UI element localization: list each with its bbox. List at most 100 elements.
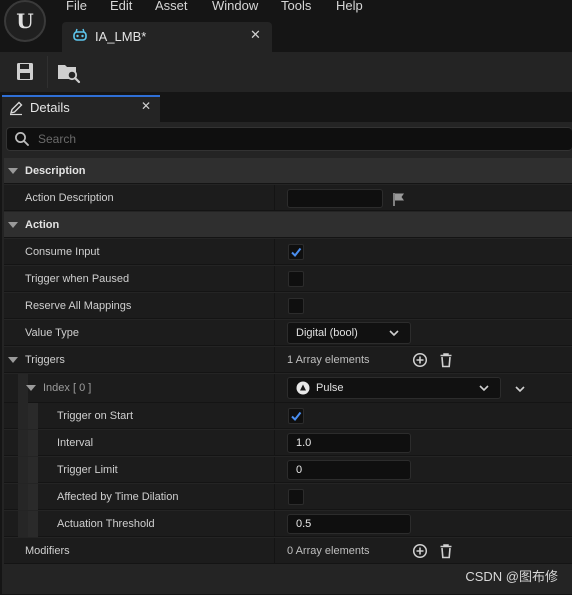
indent-guide (28, 511, 38, 537)
property-label: Consume Input (25, 246, 100, 258)
chevron-down-icon (389, 330, 399, 337)
menu-tools[interactable]: Tools (281, 0, 311, 13)
add-element-icon[interactable] (412, 352, 428, 368)
menu-asset[interactable]: Asset (155, 0, 188, 13)
browse-to-asset-button[interactable] (52, 58, 84, 86)
category-label: Description (25, 165, 86, 177)
triggers-count: 1 Array elements (287, 354, 370, 366)
property-label: Actuation Threshold (57, 518, 155, 530)
column-divider (274, 430, 275, 456)
property-row-interval: Interval 1.0 (4, 430, 572, 456)
affected-by-time-dilation-checkbox[interactable] (288, 489, 304, 505)
column-divider (274, 185, 275, 211)
indent-guide (18, 511, 28, 537)
indent-guide (18, 484, 28, 510)
property-row-trigger-limit: Trigger Limit 0 (4, 457, 572, 483)
trigger-limit-field[interactable]: 0 (287, 460, 411, 480)
property-label: Trigger when Paused (25, 273, 130, 285)
category-label: Action (25, 219, 60, 231)
pencil-icon (9, 101, 23, 116)
chevron-down-icon[interactable] (512, 381, 528, 397)
index-label: Index (43, 382, 70, 394)
localization-flag-icon[interactable] (391, 191, 407, 207)
trigger-type-selected: Pulse (316, 382, 344, 394)
interval-field[interactable]: 1.0 (287, 433, 411, 453)
unreal-logo-icon[interactable]: U (4, 0, 46, 42)
trigger-class-icon (296, 381, 310, 395)
consume-input-checkbox[interactable] (288, 244, 304, 260)
chevron-down-icon (479, 385, 489, 392)
trigger-when-paused-checkbox[interactable] (288, 271, 304, 287)
checkmark-icon (291, 247, 302, 258)
property-label: Triggers (25, 354, 65, 366)
property-row-value-type: Value Type Digital (bool) (4, 320, 572, 346)
property-label: Interval (57, 437, 94, 449)
property-label: Trigger on Start (57, 410, 134, 422)
indent-guide (18, 403, 28, 429)
collapse-arrow-icon[interactable] (8, 222, 18, 228)
indent-guide (28, 430, 38, 456)
value-type-dropdown[interactable]: Digital (bool) (287, 322, 411, 344)
asset-tab[interactable] (62, 22, 272, 52)
add-element-icon[interactable] (412, 543, 428, 559)
property-label: Value Type (25, 327, 80, 339)
watermark: CSDN @图布修 (465, 569, 558, 584)
property-label: Action Description (25, 192, 114, 204)
indent-guide (28, 457, 38, 483)
property-row-reserve-all-mappings: Reserve All Mappings (4, 293, 572, 319)
column-divider (274, 320, 275, 346)
collapse-arrow-icon[interactable] (8, 357, 18, 363)
category-action[interactable]: Action (4, 212, 572, 238)
property-row-trigger-on-start: Trigger on Start (4, 403, 572, 429)
indent-guide (18, 430, 28, 456)
trash-icon[interactable] (438, 352, 454, 368)
column-divider (274, 239, 275, 265)
reserve-all-mappings-checkbox[interactable] (288, 298, 304, 314)
menu-help[interactable]: Help (336, 0, 363, 13)
trash-icon[interactable] (438, 543, 454, 559)
property-row-index-0: Index [ 0 ] Pulse (4, 374, 572, 403)
toolbar-separator (47, 56, 48, 88)
toolbar (0, 52, 572, 92)
collapse-arrow-icon[interactable] (26, 385, 36, 391)
column-divider (274, 374, 275, 403)
menu-window[interactable]: Window (212, 0, 258, 13)
collapse-arrow-icon[interactable] (8, 168, 18, 174)
modifiers-count: 0 Array elements (287, 545, 370, 557)
property-label: Affected by Time Dilation (57, 491, 179, 503)
column-divider (274, 511, 275, 537)
property-row-consume-input: Consume Input (4, 239, 572, 265)
save-icon (17, 63, 33, 80)
column-divider (274, 403, 275, 429)
menu-edit[interactable]: Edit (110, 0, 132, 13)
action-description-field[interactable] (287, 189, 383, 208)
tab-details[interactable] (2, 95, 160, 122)
property-label: Modifiers (25, 545, 70, 557)
close-icon[interactable]: ✕ (250, 28, 261, 43)
index-number: [ 0 ] (72, 382, 92, 394)
column-divider (274, 347, 275, 373)
property-row-modifiers: Modifiers 0 Array elements (4, 538, 572, 564)
menu-file[interactable]: File (66, 0, 87, 13)
save-button[interactable] (10, 58, 40, 86)
category-description[interactable]: Description (4, 158, 572, 184)
column-divider (274, 457, 275, 483)
value-type-selected: Digital (bool) (296, 327, 358, 339)
actuation-threshold-field[interactable]: 0.5 (287, 514, 411, 534)
close-icon[interactable]: ✕ (141, 99, 151, 113)
search-input[interactable] (38, 131, 538, 147)
column-divider (274, 293, 275, 319)
column-divider (274, 266, 275, 292)
trigger-type-dropdown[interactable]: Pulse (287, 377, 501, 399)
indent-guide (28, 484, 38, 510)
trigger-on-start-checkbox[interactable] (288, 408, 304, 424)
input-action-icon (73, 28, 87, 41)
column-divider (274, 484, 275, 510)
property-row-trigger-when-paused: Trigger when Paused (4, 266, 572, 292)
folder-search-icon (58, 65, 81, 84)
property-row-affected-by-time-dilation: Affected by Time Dilation (4, 484, 572, 510)
indent-guide (18, 457, 28, 483)
asset-tab-label: IA_LMB* (95, 29, 147, 44)
indent-guide (28, 403, 38, 429)
property-row-action-description: Action Description (4, 185, 572, 211)
